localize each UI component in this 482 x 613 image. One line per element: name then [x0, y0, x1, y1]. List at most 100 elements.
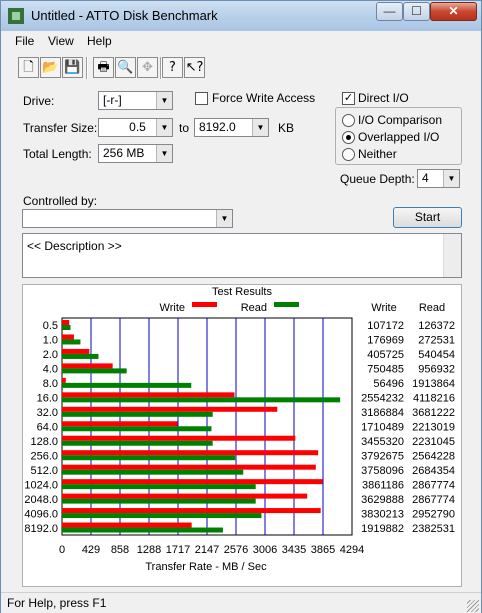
- overlapped-io-radio[interactable]: [342, 131, 355, 144]
- title-bar[interactable]: Untitled - ATTO Disk Benchmark — ☐ ✕: [1, 1, 481, 31]
- read-bar: [62, 368, 127, 374]
- write-value-label: 56496: [373, 378, 404, 390]
- force-write-checkbox[interactable]: [195, 92, 208, 105]
- drive-label: Drive:: [23, 94, 55, 108]
- chevron-down-icon[interactable]: ▼: [443, 170, 459, 187]
- minimize-button[interactable]: —: [376, 2, 403, 21]
- x-tick-label: 1717: [166, 544, 190, 556]
- print-preview-icon[interactable]: 🔍: [115, 57, 136, 78]
- menu-view[interactable]: View: [48, 34, 74, 48]
- read-bar: [62, 353, 99, 359]
- read-value-label: 2564228: [412, 450, 455, 462]
- read-bar: [62, 339, 81, 345]
- chevron-down-icon[interactable]: ▼: [156, 145, 172, 162]
- menu-bar: File View Help: [1, 31, 481, 51]
- total-length-select[interactable]: 256 MB ▼: [98, 144, 173, 163]
- chevron-down-icon[interactable]: ▼: [156, 119, 172, 136]
- print-icon[interactable]: 🖶: [93, 57, 114, 78]
- read-value-label: 2684354: [412, 465, 455, 477]
- read-bar: [62, 426, 212, 432]
- to-label: to: [179, 121, 190, 135]
- queue-depth-select[interactable]: 4 ▼: [417, 169, 460, 188]
- overlapped-io-label: Overlapped I/O: [358, 130, 440, 144]
- chevron-down-icon[interactable]: ▼: [156, 92, 172, 109]
- maximize-button[interactable]: ☐: [403, 2, 430, 21]
- direct-io-checkbox[interactable]: ✓: [342, 92, 355, 105]
- legend-read-label: Read: [241, 302, 267, 314]
- results-chart: Test Results Write Read Write Read 0 429 8…: [24, 286, 455, 573]
- y-tick-label: 128.0: [30, 436, 58, 448]
- y-tick-label: 2.0: [43, 349, 58, 361]
- open-icon[interactable]: 📂: [40, 57, 61, 78]
- drive-select[interactable]: [-r-] ▼: [98, 91, 173, 110]
- y-tick-label: 16.0: [37, 393, 58, 405]
- write-bar: [62, 493, 308, 499]
- force-write-label: Force Write Access: [212, 91, 316, 105]
- y-tick-label: 2048.0: [24, 494, 58, 506]
- read-value-label: 2382531: [412, 523, 455, 535]
- help-icon[interactable]: ?: [162, 57, 183, 78]
- write-value-label: 107172: [367, 320, 404, 332]
- write-bar: [62, 377, 66, 383]
- x-tick-label: 1288: [137, 544, 161, 556]
- legend-read-swatch: [274, 302, 299, 307]
- x-axis-label: Transfer Rate - MB / Sec: [145, 561, 267, 573]
- direct-io-label: Direct I/O: [358, 91, 409, 105]
- y-tick-label: 512.0: [30, 465, 58, 477]
- description-text: << Description >>: [27, 239, 122, 253]
- results-title: Test Results: [212, 286, 272, 298]
- x-tick-label: 858: [111, 544, 129, 556]
- app-icon: [8, 8, 24, 24]
- write-bar: [62, 450, 319, 456]
- close-button[interactable]: ✕: [430, 2, 477, 21]
- start-button[interactable]: Start: [393, 207, 462, 228]
- total-length-value: 256 MB: [103, 146, 145, 160]
- y-tick-label: 0.5: [43, 320, 58, 332]
- context-help-icon[interactable]: ↖?: [184, 57, 205, 78]
- chevron-down-icon[interactable]: ▼: [216, 210, 232, 227]
- write-value-label: 3830213: [361, 508, 404, 520]
- io-comparison-radio[interactable]: [342, 114, 355, 127]
- read-bar: [62, 484, 256, 490]
- description-box[interactable]: << Description >>: [22, 233, 462, 278]
- write-value-label: 3455320: [361, 436, 404, 448]
- controlled-by-label: Controlled by:: [23, 194, 98, 208]
- new-icon[interactable]: 🗋: [18, 57, 39, 78]
- transfer-size-label: Transfer Size:: [23, 121, 98, 135]
- chevron-down-icon[interactable]: ▼: [252, 119, 268, 136]
- read-bar: [62, 382, 192, 388]
- menu-file[interactable]: File: [15, 34, 34, 48]
- write-value-label: 176969: [367, 335, 404, 347]
- read-value-label: 2867774: [412, 494, 455, 506]
- y-tick-label: 32.0: [37, 407, 58, 419]
- read-value-label: 272531: [418, 335, 455, 347]
- legend-write-swatch: [192, 302, 217, 307]
- write-value-label: 1710489: [361, 422, 404, 434]
- write-bar: [62, 363, 113, 369]
- read-value-label: 3681222: [412, 407, 455, 419]
- move-icon[interactable]: ✥: [137, 57, 158, 78]
- write-bar: [62, 421, 178, 427]
- read-bar: [62, 498, 256, 504]
- write-bar: [62, 348, 90, 354]
- results-panel: Test Results Write Read Write Read 0 429 8…: [22, 284, 462, 587]
- neither-label: Neither: [358, 147, 397, 161]
- neither-radio[interactable]: [342, 148, 355, 161]
- queue-depth-label: Queue Depth:: [340, 172, 415, 186]
- legend-write-label: Write: [160, 302, 185, 314]
- transfer-from-value: 0.5: [129, 120, 146, 134]
- controlled-by-select[interactable]: ▼: [22, 209, 233, 228]
- transfer-size-to-select[interactable]: 8192.0 ▼: [194, 118, 269, 137]
- menu-help[interactable]: Help: [87, 34, 112, 48]
- read-bar: [62, 469, 244, 475]
- transfer-size-from-select[interactable]: 0.5 ▼: [98, 118, 173, 137]
- queue-depth-value: 4: [422, 171, 429, 185]
- y-tick-label: 4.0: [43, 364, 58, 376]
- resize-grip[interactable]: [467, 600, 479, 612]
- y-tick-label: 8192.0: [24, 523, 58, 535]
- x-tick-label: 3435: [282, 544, 306, 556]
- write-bar: [62, 406, 278, 412]
- description-scrollbar[interactable]: [443, 234, 461, 277]
- save-icon[interactable]: 💾: [62, 57, 83, 78]
- status-text: For Help, press F1: [7, 596, 107, 610]
